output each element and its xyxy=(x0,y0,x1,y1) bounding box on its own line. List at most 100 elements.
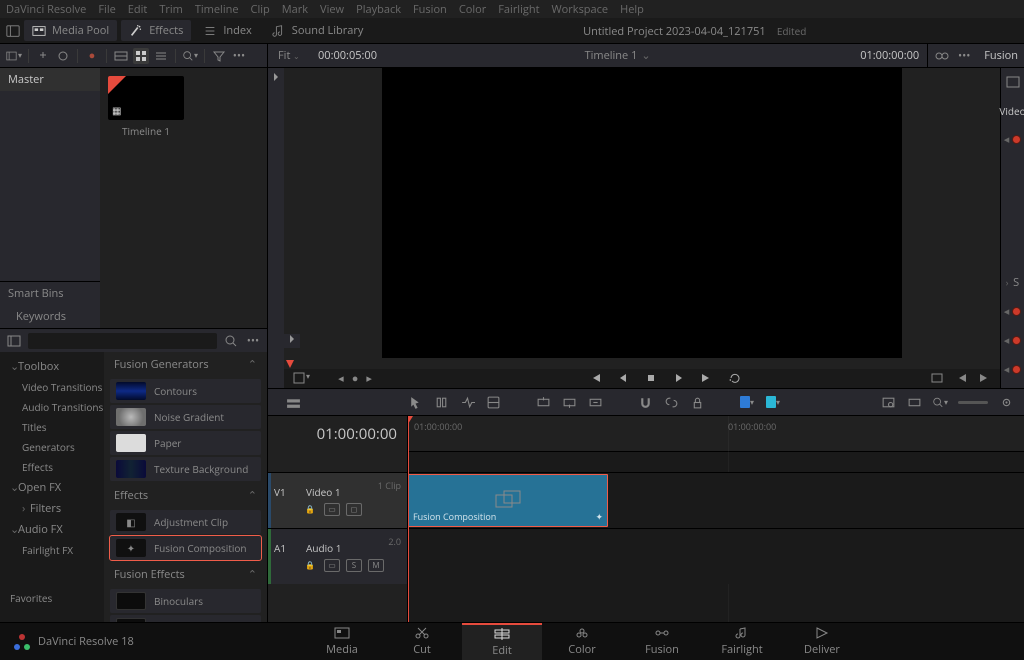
record-icon[interactable]: ● xyxy=(84,48,100,64)
go-in-icon[interactable] xyxy=(954,371,968,385)
menu-playback[interactable]: Playback xyxy=(356,2,401,17)
last-frame-button[interactable] xyxy=(700,371,714,385)
media-pool-thumbs[interactable]: ▦ Timeline 1 xyxy=(100,68,267,328)
nav-openfx[interactable]: ⌄Open FX xyxy=(0,477,104,498)
loop-button[interactable] xyxy=(728,371,742,385)
menu-view[interactable]: View xyxy=(320,2,344,17)
play-reverse-button[interactable] xyxy=(616,371,630,385)
track-mute-icon[interactable]: M xyxy=(368,559,384,572)
zoom-detail-icon[interactable]: ▾ xyxy=(932,394,948,410)
fx-contours[interactable]: Contours xyxy=(110,379,261,403)
thumb-view-icon[interactable] xyxy=(133,48,149,64)
clip-fusion-composition[interactable]: Fusion Composition ✦ xyxy=(408,474,608,527)
trim-tool-icon[interactable] xyxy=(433,394,449,410)
inspector-video-tab[interactable]: Video xyxy=(999,104,1024,118)
inspector-collapsed[interactable]: Video ◂ › S ◂ ◂ ◂ xyxy=(1000,68,1024,388)
smart-bin-keywords[interactable]: Keywords xyxy=(0,305,100,328)
blade-tool-icon[interactable] xyxy=(485,394,501,410)
selection-tool-icon[interactable] xyxy=(407,394,423,410)
library-more-icon[interactable]: ••• xyxy=(245,333,261,349)
section-fusion-effects[interactable]: Fusion Effects⌃ xyxy=(104,562,267,587)
track-v1[interactable]: Fusion Composition ✦ xyxy=(408,472,1024,528)
stop-button[interactable] xyxy=(644,371,658,385)
nav-video-transitions[interactable]: Video Transitions xyxy=(0,377,104,397)
link-icon[interactable] xyxy=(663,394,679,410)
fx-fusion-composition[interactable]: ✦Fusion Composition xyxy=(110,536,261,560)
menu-timeline[interactable]: Timeline xyxy=(195,2,239,17)
menu-clip[interactable]: Clip xyxy=(251,2,270,17)
viewer-fit-dropdown[interactable]: Fit ⌄ xyxy=(268,48,318,63)
record-timecode[interactable]: 01:00:00:00 xyxy=(837,48,927,63)
go-out-icon[interactable] xyxy=(978,371,992,385)
page-edit[interactable]: Edit xyxy=(462,623,542,660)
match-frame-prev-icon[interactable]: ◂ xyxy=(338,371,344,386)
bypass-grades-icon[interactable] xyxy=(934,48,950,64)
menu-color[interactable]: Color xyxy=(459,2,486,17)
source-timecode[interactable]: 00:00:05:00 xyxy=(318,48,398,63)
timeline-ruler[interactable]: 01:00:00:00 01:00:00:00 xyxy=(408,416,1024,452)
bin-master[interactable]: Master xyxy=(0,68,100,91)
crop-icon[interactable]: ▾ xyxy=(292,371,310,385)
nav-favorites[interactable]: Favorites xyxy=(0,588,104,608)
dynamic-trim-icon[interactable] xyxy=(459,394,475,410)
viewer-more-icon[interactable]: ••• xyxy=(956,48,972,64)
menu-fairlight[interactable]: Fairlight xyxy=(498,2,539,17)
filter-icon[interactable] xyxy=(211,48,227,64)
fx-binoculars[interactable]: Binoculars xyxy=(110,589,261,613)
page-fairlight[interactable]: Fairlight xyxy=(702,623,782,660)
menu-file[interactable]: File xyxy=(98,2,115,17)
replace-clip-icon[interactable] xyxy=(587,394,603,410)
track-a1[interactable] xyxy=(408,528,1024,584)
section-fusion-generators[interactable]: Fusion Generators⌃ xyxy=(104,352,267,377)
page-color[interactable]: Color xyxy=(542,623,622,660)
nav-audio-transitions[interactable]: Audio Transitions xyxy=(0,397,104,417)
timeline-find-icon[interactable] xyxy=(880,394,896,410)
page-deliver[interactable]: Deliver xyxy=(782,623,862,660)
menu-help[interactable]: Help xyxy=(620,2,644,17)
track-arm-icon[interactable]: ▭ xyxy=(324,559,340,572)
library-layout-icon[interactable] xyxy=(6,333,22,349)
clip-thumbnail[interactable]: ▦ Timeline 1 xyxy=(108,76,184,138)
zoom-fit-icon[interactable] xyxy=(906,394,922,410)
track-lock-icon[interactable]: 🔒 xyxy=(302,559,318,572)
keyframe-indicator-1[interactable]: ◂ xyxy=(1004,132,1022,147)
menu-trim[interactable]: Trim xyxy=(159,2,183,17)
list-view-icon[interactable] xyxy=(153,48,169,64)
index-toggle[interactable]: Index xyxy=(195,20,259,41)
pool-more-icon[interactable]: ••• xyxy=(231,48,247,64)
effects-toggle[interactable]: Effects xyxy=(121,20,191,41)
fx-adjustment-clip[interactable]: ◧Adjustment Clip xyxy=(110,510,261,534)
media-pool-toggle[interactable]: Media Pool xyxy=(24,20,117,41)
marker-icon[interactable]: ▾ xyxy=(765,394,781,410)
insert-clip-icon[interactable] xyxy=(535,394,551,410)
page-media[interactable]: Media xyxy=(302,623,382,660)
track-head-v1[interactable]: V1Video 1 🔒 ▭ ◻ 1 Clip xyxy=(268,472,407,528)
timeline-body[interactable]: 01:00:00:00 01:00:00:00 Fusion Compositi… xyxy=(408,416,1024,622)
track-lock-icon[interactable]: 🔒 xyxy=(302,503,318,516)
nav-toolbox[interactable]: ⌄Toolbox xyxy=(0,356,104,377)
lock-icon[interactable] xyxy=(689,394,705,410)
layout-icon[interactable] xyxy=(6,24,20,38)
track-auto-select-icon[interactable]: ▭ xyxy=(324,503,340,516)
menu-workspace[interactable]: Workspace xyxy=(552,2,609,17)
flag-icon[interactable]: ▾ xyxy=(739,394,755,410)
menu-fusion[interactable]: Fusion xyxy=(413,2,447,17)
library-search-icon[interactable] xyxy=(223,333,239,349)
pool-layout-icon[interactable]: ▾ xyxy=(6,48,22,64)
nav-generators[interactable]: Generators xyxy=(0,437,104,457)
search-icon[interactable]: ▾ xyxy=(182,48,198,64)
zoom-slider[interactable] xyxy=(958,401,988,404)
track-disable-icon[interactable]: ◻ xyxy=(346,503,362,516)
play-button[interactable] xyxy=(672,371,686,385)
nav-fairlightfx[interactable]: Fairlight FX xyxy=(0,540,104,560)
keyframe-indicator-4[interactable]: ◂ xyxy=(1004,362,1022,377)
strip-view-icon[interactable] xyxy=(113,48,129,64)
viewer-scrub-bar[interactable] xyxy=(284,358,1000,369)
nav-titles[interactable]: Titles xyxy=(0,417,104,437)
keyframe-indicator-3[interactable]: ◂ xyxy=(1004,333,1022,348)
sound-library-toggle[interactable]: Sound Library xyxy=(264,20,372,41)
fx-noise-gradient[interactable]: Noise Gradient xyxy=(110,405,261,429)
expand-viewer-left-2[interactable] xyxy=(284,334,300,348)
expand-viewer-left[interactable] xyxy=(268,68,284,388)
inspector-chevron-icon[interactable]: › S xyxy=(1006,275,1019,290)
